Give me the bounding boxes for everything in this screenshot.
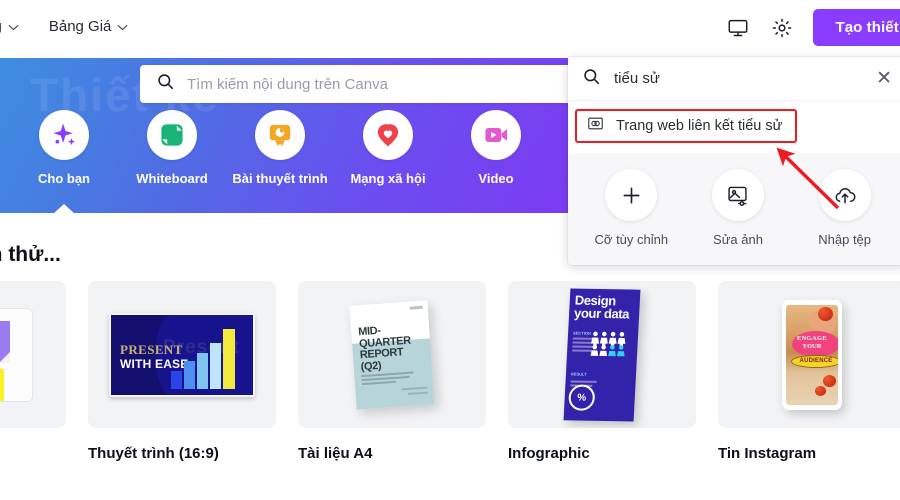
category-tab-social[interactable]: Mạng xã hội	[334, 110, 442, 186]
whiteboard-thumb-art: G i	[0, 307, 33, 402]
active-tab-notch	[53, 204, 75, 213]
category-tab-cho-ban[interactable]: Cho bạn	[10, 110, 118, 186]
template-card-list: G i Present PRESENT WITH EASE	[0, 281, 900, 462]
thumb-title: Design your data	[573, 292, 630, 321]
thumb-tomato	[815, 385, 826, 396]
suggestion-item-label: Trang web liên kết tiểu sử	[616, 118, 783, 134]
suggestion-item-website-link[interactable]: Trang web liên kết tiểu sử	[575, 109, 797, 143]
template-thumbnail[interactable]: G i	[0, 281, 66, 428]
template-card-instagram-story[interactable]: ENGAGE YOUR AUDIENCE Tin Instagram	[718, 281, 900, 462]
template-card-label: Tin Instagram	[718, 445, 817, 462]
template-thumbnail[interactable]: MID- QUARTER REPORT (Q2)	[298, 281, 486, 428]
video-icon	[471, 110, 521, 160]
chevron-down-icon	[117, 24, 128, 31]
quick-action-label: Sửa ảnh	[713, 232, 763, 247]
upload-cloud-icon	[818, 169, 871, 221]
presentation-icon	[255, 110, 305, 160]
search-icon	[156, 72, 175, 96]
heart-pin-icon	[363, 110, 413, 160]
thumb-shape-yellow	[0, 368, 4, 401]
search-query-text: tiểu sử	[614, 70, 660, 87]
template-thumbnail[interactable]: ENGAGE YOUR AUDIENCE	[718, 281, 900, 428]
plus-icon	[605, 169, 658, 221]
thumb-header-mark	[409, 305, 423, 310]
whiteboard-icon	[147, 110, 197, 160]
category-label: Video	[478, 171, 514, 186]
thumb-body-line	[570, 380, 597, 383]
thumb-people-icons	[590, 331, 626, 357]
category-tab-video[interactable]: Video	[442, 110, 550, 186]
template-thumbnail[interactable]: Design your data SECTION RESULT %	[508, 281, 696, 428]
infographic-thumb-art: Design your data SECTION RESULT %	[563, 287, 641, 422]
category-label: Cho bạn	[38, 171, 90, 186]
template-card-presentation[interactable]: Present PRESENT WITH EASE Thuyết trình (…	[88, 281, 276, 462]
quick-action-edit-photo[interactable]: Sửa ảnh	[691, 169, 785, 247]
template-card-label: Tài liệu A4	[298, 445, 373, 462]
nav-actions-group: Tạo thiết kế	[725, 9, 900, 46]
monitor-icon[interactable]	[725, 15, 751, 41]
template-card-infographic[interactable]: Design your data SECTION RESULT % Infogr…	[508, 281, 696, 462]
search-dropdown-panel: tiểu sử ✕ Trang web liên kết tiểu sử Cỡ …	[568, 57, 900, 265]
thumb-title: MID- QUARTER REPORT (Q2)	[357, 324, 412, 373]
category-tabs: Cho bạn Whiteboard Bài thuyết trình Mạng…	[10, 110, 550, 186]
template-card-a4-document[interactable]: MID- QUARTER REPORT (Q2) Tài liệu A4	[298, 281, 486, 462]
dropdown-search-field[interactable]: tiểu sử ✕	[568, 57, 900, 101]
nav-item-features-label: Năng	[0, 18, 2, 35]
quick-action-custom-size[interactable]: Cỡ tùy chỉnh	[584, 169, 678, 247]
category-label: Whiteboard	[136, 171, 208, 186]
presentation-thumb-art: Present PRESENT WITH EASE	[109, 312, 255, 397]
nav-item-features[interactable]: Năng	[0, 18, 19, 35]
quick-action-import-file[interactable]: Nhập tệp	[798, 169, 892, 247]
sparkle-icon	[39, 110, 89, 160]
top-navigation-bar: Năng Bảng Giá	[0, 0, 900, 58]
dropdown-quick-actions: Cỡ tùy chỉnh Sửa ảnh Nhập tệp	[568, 153, 900, 265]
category-label: Bài thuyết trình	[232, 171, 328, 186]
nav-item-pricing-label: Bảng Giá	[48, 18, 112, 35]
chevron-down-icon	[8, 24, 19, 31]
search-placeholder: Tìm kiếm nội dung trên Canva	[187, 75, 388, 93]
thumb-tomato	[818, 306, 833, 321]
thumb-bar-chart	[171, 328, 235, 389]
thumb-shape-purple	[0, 320, 10, 363]
create-design-button[interactable]: Tạo thiết kế	[813, 9, 900, 46]
section-title: uốn thử...	[0, 243, 61, 266]
quick-action-label: Cỡ tùy chỉnh	[594, 232, 669, 247]
category-tab-presentation[interactable]: Bài thuyết trình	[226, 110, 334, 186]
edit-photo-icon	[711, 169, 764, 221]
category-tab-whiteboard[interactable]: Whiteboard	[118, 110, 226, 186]
template-card-label: Infographic	[508, 445, 590, 462]
suggestion-list: Trang web liên kết tiểu sử	[568, 101, 900, 153]
category-label: Mạng xã hội	[350, 171, 426, 186]
nav-menu-group: Năng Bảng Giá	[0, 18, 128, 35]
gear-icon[interactable]	[769, 15, 795, 41]
thumb-pill-label: AUDIENCE	[799, 357, 833, 364]
thumb-ring-label: %	[576, 391, 587, 403]
quick-action-label: Nhập tệp	[818, 232, 872, 247]
search-icon	[582, 67, 601, 91]
thumb-text-line1: ENGAGE	[797, 334, 827, 342]
nav-item-pricing[interactable]: Bảng Giá	[49, 18, 129, 35]
instagram-thumb-art: ENGAGE YOUR AUDIENCE	[782, 299, 842, 410]
template-card-label: Thuyết trình (16:9)	[88, 445, 219, 462]
thumb-percent-ring: %	[568, 383, 596, 411]
canva-homepage: Năng Bảng Giá	[0, 0, 900, 500]
template-card-whiteboard[interactable]: G i	[0, 281, 66, 462]
phone-screen: ENGAGE YOUR AUDIENCE	[786, 304, 838, 405]
template-thumbnail[interactable]: Present PRESENT WITH EASE	[88, 281, 276, 428]
thumb-tomato	[823, 374, 836, 387]
thumb-text-line2: YOUR	[802, 342, 822, 350]
a4-thumb-art: MID- QUARTER REPORT (Q2)	[349, 299, 435, 410]
website-link-icon	[587, 115, 604, 137]
close-icon[interactable]: ✕	[876, 69, 894, 88]
